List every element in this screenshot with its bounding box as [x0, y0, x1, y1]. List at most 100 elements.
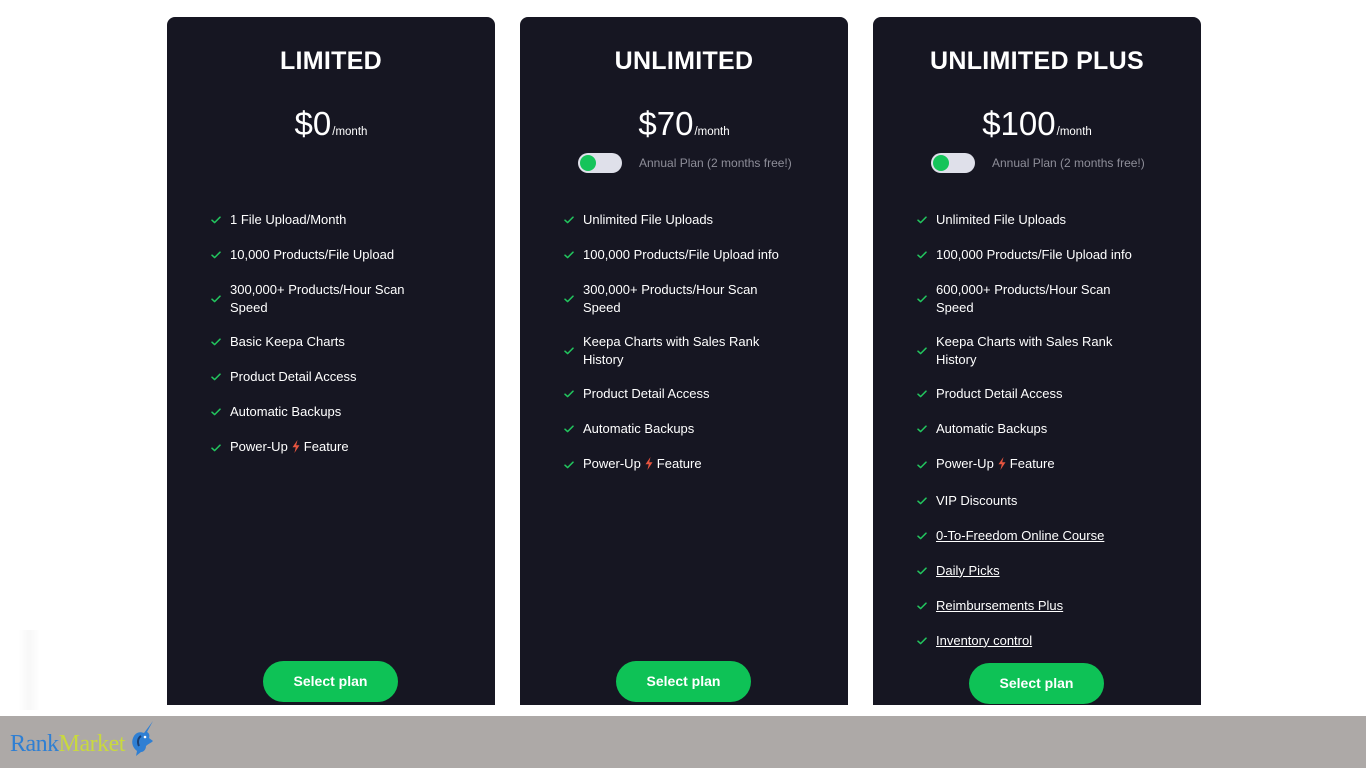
check-icon — [564, 251, 582, 259]
check-icon — [564, 461, 582, 469]
price-period: /month — [332, 126, 368, 138]
feature-text: 1 File Upload/Month — [230, 212, 347, 228]
pricing-section: LIMITED $0/month 1 File Upload/Month 10,0… — [0, 0, 1366, 716]
check-icon — [917, 216, 935, 224]
feature-text: Basic Keepa Charts — [230, 334, 345, 350]
feature-item: 300,000+ Products/Hour Scan Speed — [211, 281, 475, 316]
toggle-knob — [933, 155, 949, 171]
feature-text-part: Power-Up — [230, 439, 288, 454]
check-icon — [564, 390, 582, 398]
feature-text-part: Feature — [303, 439, 349, 454]
unicorn-logo-icon — [127, 719, 157, 762]
feature-item: Automatic Backups — [917, 420, 1181, 438]
feature-item: Automatic Backups — [211, 403, 475, 421]
feature-text: Power-Up Feature — [936, 455, 1055, 475]
rankmarket-logo[interactable]: Rank Market — [10, 720, 157, 764]
feature-item: Daily Picks — [917, 562, 1181, 580]
annual-plan-toggle-row: Annual Plan (2 months free!) — [578, 153, 792, 173]
annual-plan-label: Annual Plan (2 months free!) — [992, 156, 1145, 170]
feature-text: VIP Discounts — [936, 492, 1018, 508]
feature-item: Product Detail Access — [917, 385, 1181, 403]
check-icon — [211, 294, 229, 303]
feature-text: Power-Up Feature — [230, 438, 349, 458]
feature-text: Unlimited File Uploads — [583, 212, 714, 228]
check-icon — [211, 444, 229, 452]
feature-text: Keepa Charts with Sales Rank History — [583, 334, 760, 367]
check-icon — [917, 346, 935, 355]
feature-item: 300,000+ Products/Hour Scan Speed — [564, 281, 828, 316]
select-plan-button[interactable]: Select plan — [263, 661, 398, 702]
annual-plan-label: Annual Plan (2 months free!) — [639, 156, 792, 170]
price-row: $100/month — [873, 105, 1201, 143]
feature-text: 300,000+ Products/Hour Scan Speed — [230, 282, 405, 315]
feature-text: 300,000+ Products/Hour Scan Speed — [583, 282, 758, 315]
feature-text: Unlimited File Uploads — [936, 212, 1067, 228]
footer-bar: Rank Market — [0, 716, 1366, 768]
annual-plan-toggle[interactable] — [931, 153, 975, 173]
feature-item: 1 File Upload/Month — [211, 211, 475, 229]
check-icon — [211, 373, 229, 381]
check-icon — [564, 294, 582, 303]
feature-item: Product Detail Access — [211, 368, 475, 386]
price-row: $70/month — [520, 105, 848, 143]
feature-text: Automatic Backups — [936, 421, 1048, 437]
feature-item: 600,000+ Products/Hour Scan Speed — [917, 281, 1181, 316]
feature-text: Power-Up Feature — [583, 455, 702, 475]
check-icon — [564, 425, 582, 433]
feature-list: Unlimited File Uploads 100,000 Products/F… — [564, 211, 828, 492]
feature-link[interactable]: 0-To-Freedom Online Course — [936, 527, 1104, 545]
feature-link[interactable]: Inventory control — [936, 632, 1032, 650]
check-icon — [917, 294, 935, 303]
feature-item: 100,000 Products/File Upload info — [917, 246, 1181, 264]
feature-text: 100,000 Products/File Upload info — [936, 247, 1132, 263]
lightning-bolt-icon — [998, 457, 1006, 475]
feature-text: 600,000+ Products/Hour Scan Speed — [936, 282, 1111, 315]
feature-item: 10,000 Products/File Upload — [211, 246, 475, 264]
price-row: $0/month — [167, 105, 495, 143]
check-icon — [211, 338, 229, 346]
check-icon — [564, 346, 582, 355]
price-period: /month — [694, 126, 730, 138]
toggle-knob — [580, 155, 596, 171]
plan-price: $70 — [638, 105, 694, 142]
check-icon — [917, 566, 935, 575]
feature-item: 100,000 Products/File Upload info — [564, 246, 828, 264]
feature-text: 10,000 Products/File Upload — [230, 247, 395, 263]
annual-plan-toggle[interactable] — [578, 153, 622, 173]
plan-card-unlimited-plus: UNLIMITED PLUS $100/month Annual Plan (2… — [873, 17, 1201, 705]
feature-item: Basic Keepa Charts — [211, 333, 475, 351]
select-plan-button[interactable]: Select plan — [616, 661, 751, 702]
feature-text: Product Detail Access — [583, 386, 710, 402]
feature-item: Reimbursements Plus — [917, 597, 1181, 615]
check-icon — [211, 216, 229, 224]
feature-list: Unlimited File Uploads 100,000 Products/F… — [917, 211, 1181, 667]
lightning-bolt-icon — [292, 440, 300, 458]
check-icon — [564, 216, 582, 224]
plan-title: UNLIMITED PLUS — [930, 47, 1144, 75]
feature-item: 0-To-Freedom Online Course — [917, 527, 1181, 545]
feature-text: Automatic Backups — [583, 421, 695, 437]
feature-item: Power-Up Feature — [211, 438, 475, 458]
feature-item: Inventory control — [917, 632, 1181, 650]
check-icon — [917, 251, 935, 259]
check-icon — [917, 496, 935, 505]
feature-item: Power-Up Feature — [917, 455, 1181, 475]
plan-card-unlimited: UNLIMITED $70/month Annual Plan (2 month… — [520, 17, 848, 705]
check-icon — [211, 408, 229, 416]
annual-plan-toggle-row: Annual Plan (2 months free!) — [931, 153, 1145, 173]
feature-item: VIP Discounts — [917, 492, 1181, 510]
feature-item: Keepa Charts with Sales Rank History — [917, 333, 1181, 368]
feature-link[interactable]: Reimbursements Plus — [936, 597, 1063, 615]
feature-text-part: Power-Up — [583, 456, 641, 471]
check-icon — [917, 461, 935, 469]
check-icon — [917, 531, 935, 540]
feature-text: Automatic Backups — [230, 404, 342, 420]
price-period: /month — [1056, 126, 1092, 138]
logo-text-market: Market — [58, 730, 126, 757]
select-plan-button[interactable]: Select plan — [969, 663, 1104, 704]
feature-item: Keepa Charts with Sales Rank History — [564, 333, 828, 368]
feature-item: Automatic Backups — [564, 420, 828, 438]
feature-text: Product Detail Access — [230, 369, 357, 385]
feature-link[interactable]: Daily Picks — [936, 562, 1000, 580]
check-icon — [917, 390, 935, 398]
